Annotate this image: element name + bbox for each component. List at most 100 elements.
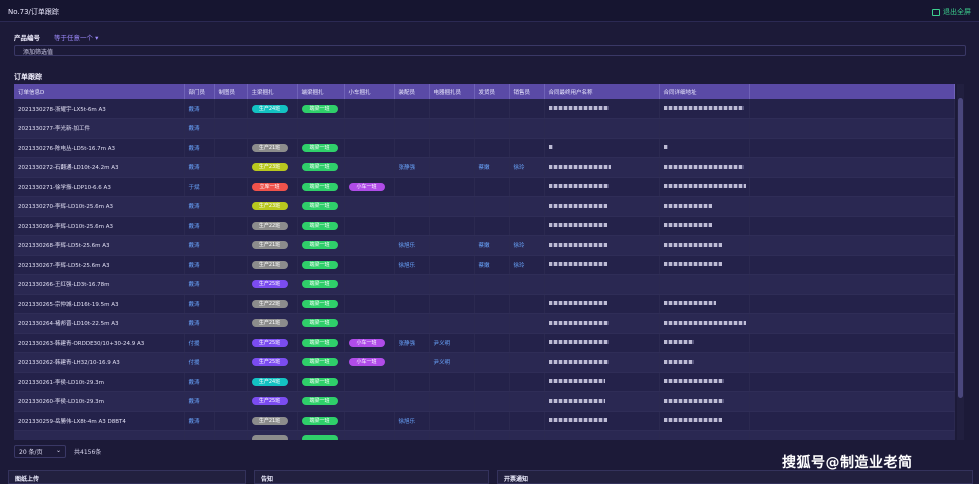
electrician-cell[interactable]	[429, 196, 475, 217]
assembler-cell[interactable]	[394, 391, 430, 412]
assembler-cell[interactable]	[394, 430, 430, 440]
dept-cell[interactable]: 于斌	[184, 177, 215, 197]
electrician-cell[interactable]	[429, 157, 475, 178]
page-size-select[interactable]: 20 条/页 ⌄	[14, 444, 66, 458]
assembler-cell[interactable]	[394, 216, 430, 236]
sales-cell[interactable]: 徐玲	[509, 255, 545, 275]
person-link[interactable]: 戴涛	[189, 419, 200, 425]
person-link[interactable]: 戴涛	[189, 243, 200, 249]
dept-cell[interactable]: 戴涛	[184, 157, 215, 178]
sales-cell[interactable]	[509, 313, 545, 334]
person-link[interactable]: 张静强	[399, 165, 416, 171]
shipper-cell[interactable]	[474, 430, 510, 440]
electrician-cell[interactable]	[429, 372, 475, 392]
person-link[interactable]: 戴涛	[189, 224, 200, 230]
column-header[interactable]: 发货员	[474, 84, 510, 99]
electrician-cell[interactable]	[429, 430, 475, 440]
person-link[interactable]: 尹义明	[434, 360, 451, 366]
shipper-cell[interactable]	[474, 411, 510, 431]
shipper-cell[interactable]	[474, 372, 510, 392]
electrician-cell[interactable]	[429, 99, 475, 119]
person-link[interactable]: 徐玲	[514, 165, 525, 171]
person-link[interactable]: 徐旭乐	[399, 263, 416, 269]
assembler-cell[interactable]	[394, 372, 430, 392]
dept-cell[interactable]: 付援	[184, 352, 215, 373]
assembler-cell[interactable]: 张静强	[394, 157, 430, 178]
electrician-cell[interactable]	[429, 235, 475, 256]
person-link[interactable]: 徐旭乐	[399, 419, 416, 425]
electrician-cell[interactable]	[429, 313, 475, 334]
person-link[interactable]: 蔡嫩	[479, 243, 490, 249]
shipper-cell[interactable]	[474, 138, 510, 158]
electrician-cell[interactable]	[429, 216, 475, 236]
sales-cell[interactable]: 徐玲	[509, 235, 545, 256]
person-link[interactable]: 付援	[189, 360, 200, 366]
column-header[interactable]: 制图员	[214, 84, 248, 99]
shipper-cell[interactable]: 蔡嫩	[474, 157, 510, 178]
person-link[interactable]: 徐旭乐	[399, 243, 416, 249]
person-link[interactable]: 戴涛	[189, 380, 200, 386]
table-row[interactable]: 2021330277-李光新-加工件 戴涛	[14, 118, 955, 139]
electrician-cell[interactable]	[429, 118, 475, 139]
shipper-cell[interactable]	[474, 196, 510, 217]
sales-cell[interactable]	[509, 294, 545, 314]
person-link[interactable]: 尹义明	[434, 341, 451, 347]
assembler-cell[interactable]: 张静强	[394, 333, 430, 353]
exit-fullscreen-button[interactable]: 退出全屏	[932, 7, 971, 17]
column-header[interactable]: 小车捆扎	[344, 84, 395, 99]
electrician-cell[interactable]	[429, 255, 475, 275]
table-row[interactable]	[14, 430, 955, 440]
assembler-cell[interactable]	[394, 294, 430, 314]
sales-cell[interactable]	[509, 391, 545, 412]
table-row[interactable]: 2021330269-李辉-LD10t-25.6m A3 戴涛 生产22班 端梁一班	[14, 216, 955, 236]
sales-cell[interactable]	[509, 333, 545, 353]
column-header[interactable]: 装配员	[394, 84, 430, 99]
table-row[interactable]: 2021330266-王红强-LD3t-16.78m 戴涛 生产25班 端梁一班	[14, 274, 955, 295]
table-row[interactable]: 2021330260-李侯-LD10t-29.3m 戴涛 生产25班 端梁一班	[14, 391, 955, 412]
dept-cell[interactable]: 戴涛	[184, 391, 215, 412]
person-link[interactable]: 戴涛	[189, 126, 200, 132]
person-link[interactable]: 戴涛	[189, 302, 200, 308]
person-link[interactable]: 戴涛	[189, 146, 200, 152]
table-row[interactable]: 2021330263-韩建青-ORDDE30/10+30-24.9 A3 付援 生产…	[14, 333, 955, 353]
shipper-cell[interactable]	[474, 99, 510, 119]
panel-notice[interactable]: 告知	[254, 470, 489, 484]
shipper-cell[interactable]	[474, 352, 510, 373]
dept-cell[interactable]: 戴涛	[184, 313, 215, 334]
table-row[interactable]: 2021330259-岳勝伟-LX8t-4m A3 D8BT4 戴涛 生产21班 端梁…	[14, 411, 955, 431]
shipper-cell[interactable]	[474, 391, 510, 412]
shipper-cell[interactable]	[474, 313, 510, 334]
table-row[interactable]: 2021330262-韩建青-LH32/10-16.9 A3 付援 生产25班 端梁一…	[14, 352, 955, 373]
person-link[interactable]: 戴涛	[189, 321, 200, 327]
column-header[interactable]: 订单信息D	[14, 84, 185, 99]
electrician-cell[interactable]	[429, 391, 475, 412]
sales-cell[interactable]	[509, 352, 545, 373]
person-link[interactable]: 戴涛	[189, 282, 200, 288]
column-header[interactable]: 主梁捆扎	[247, 84, 298, 99]
dept-cell[interactable]: 戴涛	[184, 118, 215, 139]
dept-cell[interactable]: 戴涛	[184, 138, 215, 158]
table-row[interactable]: 2021330268-李辉-LD5t-25.6m A3 戴涛 生产21班 端梁一班 徐旭…	[14, 235, 955, 256]
sales-cell[interactable]	[509, 430, 545, 440]
dept-cell[interactable]: 戴涛	[184, 372, 215, 392]
table-row[interactable]: 2021330272-石翻通-LD10t-24.2m A3 戴涛 生产23班 端梁一班…	[14, 157, 955, 178]
electrician-cell[interactable]	[429, 138, 475, 158]
dept-cell[interactable]: 戴涛	[184, 235, 215, 256]
panel-drawing-upload[interactable]: 图纸上传	[8, 470, 246, 484]
shipper-cell[interactable]	[474, 118, 510, 139]
sales-cell[interactable]	[509, 411, 545, 431]
person-link[interactable]: 戴涛	[189, 165, 200, 171]
person-link[interactable]: 徐玲	[514, 243, 525, 249]
dept-cell[interactable]: 戴涛	[184, 274, 215, 295]
sales-cell[interactable]	[509, 196, 545, 217]
shipper-cell[interactable]	[474, 294, 510, 314]
assembler-cell[interactable]: 徐旭乐	[394, 255, 430, 275]
electrician-cell[interactable]	[429, 294, 475, 314]
dept-cell[interactable]: 戴涛	[184, 294, 215, 314]
person-link[interactable]: 蔡嫩	[479, 165, 490, 171]
dept-cell[interactable]: 戴涛	[184, 216, 215, 236]
assembler-cell[interactable]	[394, 352, 430, 373]
sales-cell[interactable]	[509, 99, 545, 119]
dept-cell[interactable]	[184, 430, 215, 440]
column-header[interactable]: 部门员	[184, 84, 215, 99]
